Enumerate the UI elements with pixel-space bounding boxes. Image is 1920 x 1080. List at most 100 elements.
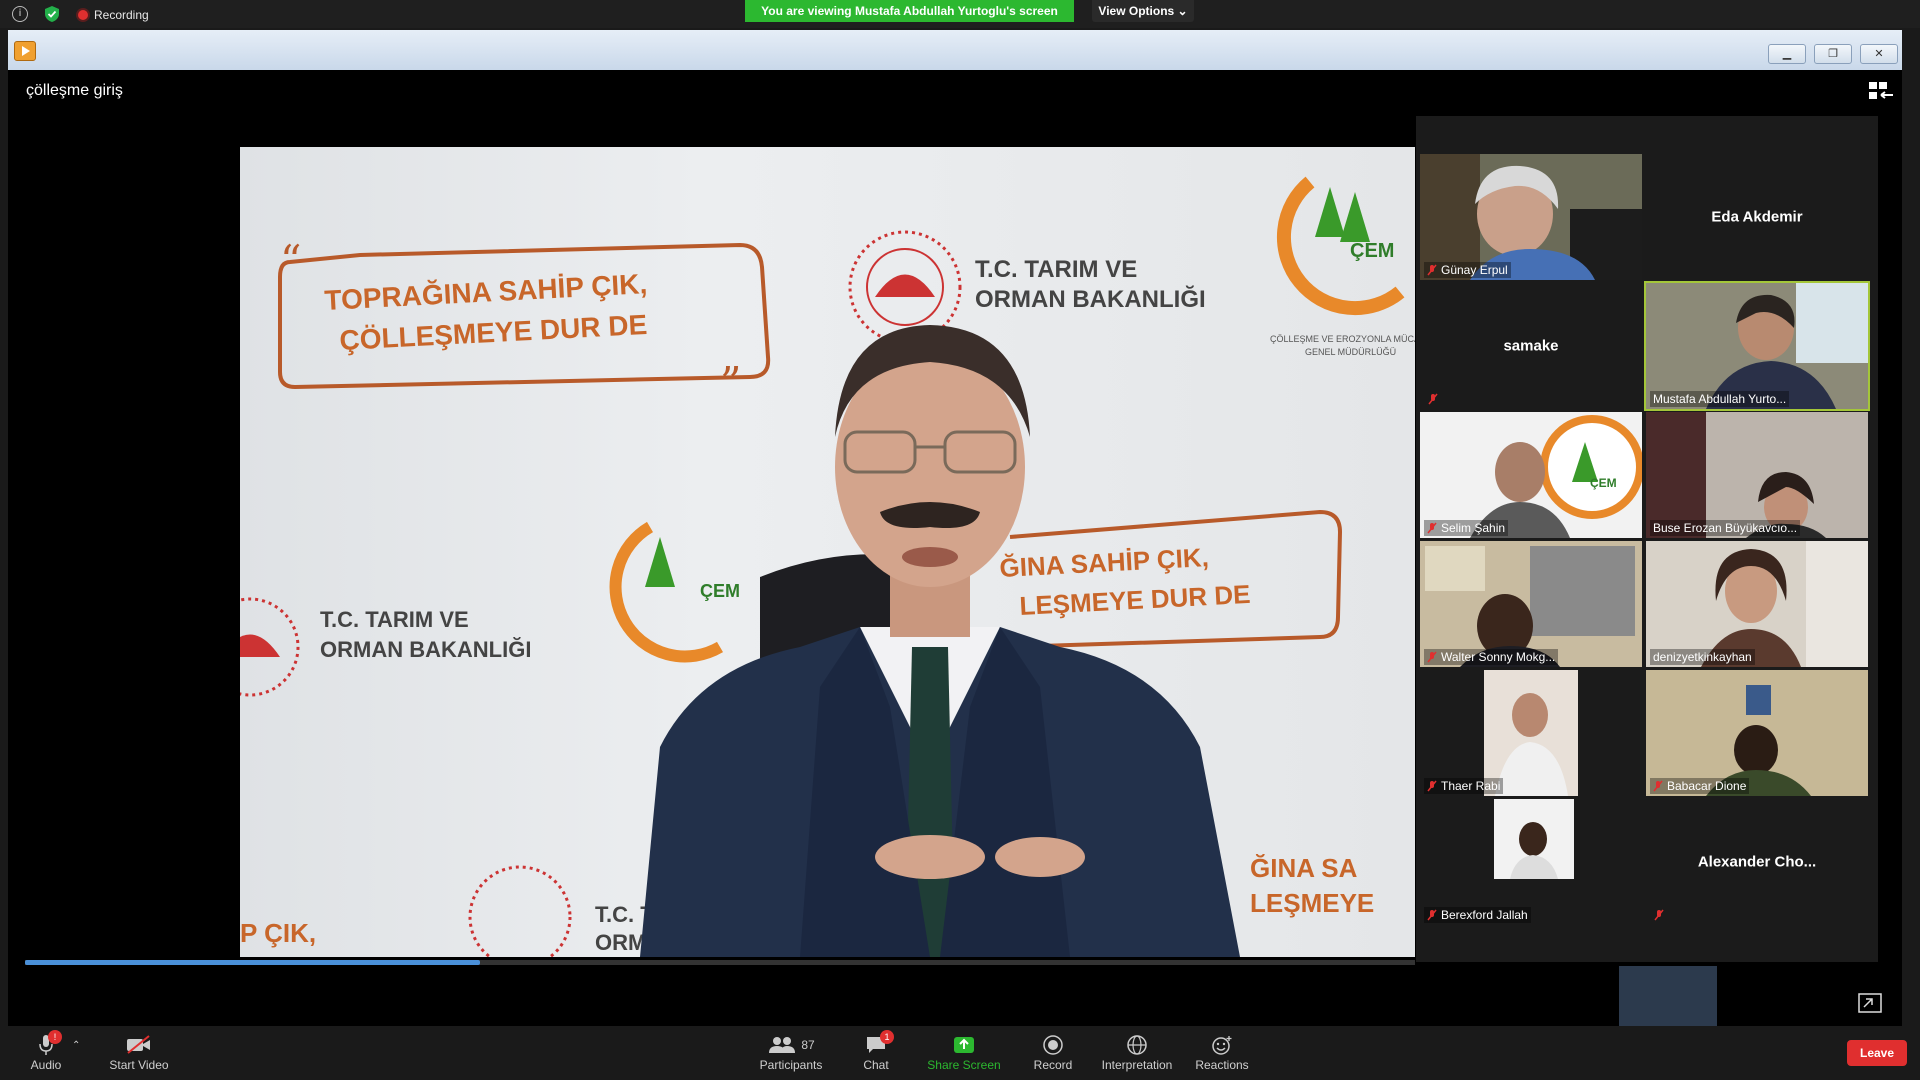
bottom-right-slogan2: LEŞMEYE: [1250, 888, 1374, 918]
chat-button[interactable]: 1 Chat: [856, 1030, 896, 1072]
participant-name: Alexander Cho...: [1697, 853, 1817, 871]
close-window-button[interactable]: ✕: [1860, 44, 1898, 64]
left-ministry-line2: ORMAN BAKANLIĞI: [320, 637, 531, 662]
participant-tile[interactable]: Buse Erozan Büyükavcıo...: [1646, 412, 1868, 538]
participant-tile[interactable]: samake: [1420, 283, 1642, 409]
record-button[interactable]: Record: [1030, 1032, 1076, 1072]
chat-label: Chat: [863, 1058, 889, 1072]
repeat-slogan-2: LEŞMEYE DUR DE: [1019, 579, 1251, 621]
slogan-line2: ÇÖLLEŞMEYE DUR DE: [339, 309, 648, 356]
participant-tile[interactable]: Günay Erpul: [1420, 154, 1642, 280]
participant-tile[interactable]: Walter Sonny Mokg...: [1420, 541, 1642, 667]
svg-text:ÇEM: ÇEM: [700, 581, 740, 601]
participant-tile[interactable]: denizyetkinkayhan: [1646, 541, 1868, 667]
record-icon: [1043, 1035, 1063, 1055]
record-label: Record: [1033, 1058, 1073, 1072]
cem-logo-top: ÇEM ÇÖLLEŞME VE EROZYONLA MÜCADELE GENEL…: [1270, 176, 1415, 357]
participant-name: Walter Sonny Mokg...: [1424, 649, 1559, 665]
participant-tile[interactable]: Babacar Dione: [1646, 670, 1868, 796]
viewing-screen-banner: You are viewing Mustafa Abdullah Yurtogl…: [745, 0, 1074, 22]
participants-button[interactable]: 87 Participants: [752, 1032, 830, 1072]
chat-unread-badge: 1: [880, 1030, 894, 1044]
minimize-button[interactable]: ▁: [1768, 44, 1806, 64]
participant-tile[interactable]: Eda Akdemir: [1646, 154, 1868, 280]
bottom-right-slogan1: ĞINA SA: [1250, 853, 1358, 883]
video-progress-fill: [25, 960, 480, 965]
recording-indicator[interactable]: Recording: [78, 8, 149, 22]
share-screen-icon: [954, 1037, 974, 1053]
participant-name: Mustafa Abdullah Yurto...: [1650, 391, 1790, 407]
speaker-video-frame: “ ” TOPRAĞINA SAHİP ÇIK, ÇÖLLEŞMEYE DUR …: [240, 176, 1415, 957]
close-icon: ✕: [1874, 48, 1884, 60]
participant-name: Thaer Rabi: [1424, 778, 1504, 794]
participant-name: Günay Erpul: [1424, 262, 1511, 278]
participants-icon: [769, 1037, 796, 1053]
cem-subtitle-1: ÇÖLLEŞME VE EROZYONLA MÜCADELE: [1270, 334, 1415, 344]
participant-name: Buse Erozan Büyükavcıo...: [1650, 520, 1801, 536]
muted-mic-icon: [1427, 522, 1437, 534]
ministry-name-line2: ORMAN BAKANLIĞI: [975, 285, 1206, 313]
participant-name: Eda Akdemir: [1711, 208, 1803, 226]
share-screen-label: Share Screen: [927, 1058, 1001, 1072]
interpretation-button[interactable]: Interpretation: [1098, 1032, 1176, 1072]
audio-button[interactable]: ! Audio: [22, 1030, 70, 1072]
participant-name: Berexford Jallah: [1424, 907, 1531, 923]
muted-mic-icon: [1427, 651, 1437, 663]
participant-tile-active-speaker[interactable]: Mustafa Abdullah Yurto...: [1644, 281, 1870, 411]
participant-tile[interactable]: ÇEM Selim Şahin: [1420, 412, 1642, 538]
muted-mic-icon: [1654, 908, 1664, 921]
muted-mic-icon: [1427, 780, 1437, 792]
meeting-status-bar: i Recording You are viewing Mustafa Abdu…: [0, 0, 1920, 28]
restore-button[interactable]: ❐: [1814, 44, 1852, 64]
start-video-label: Start Video: [109, 1058, 169, 1072]
audio-warning-badge: !: [48, 1030, 62, 1044]
shared-window-titlebar: ▁ ❐ ✕: [8, 30, 1902, 70]
globe-icon: [1127, 1035, 1147, 1055]
recording-label: Recording: [94, 8, 149, 22]
participant-name: Selim Şahin: [1424, 520, 1509, 536]
participants-count: 87: [801, 1038, 815, 1052]
media-player-icon: [14, 41, 36, 61]
ministry-seal-top: T.C. TARIM VE ORMAN BAKANLIĞI: [848, 230, 1206, 344]
smiley-icon: [1212, 1036, 1232, 1055]
exit-fullscreen-icon[interactable]: [1858, 993, 1882, 1013]
minimized-video-thumbnail[interactable]: [1619, 966, 1717, 1026]
participant-tile[interactable]: Berexford Jallah: [1420, 799, 1642, 925]
leave-button[interactable]: Leave: [1847, 1040, 1907, 1066]
muted-mic-icon: [1427, 909, 1437, 921]
bottom-left-slogan: P ÇIK,: [240, 918, 316, 948]
muted-mic-icon: [1427, 264, 1437, 276]
recording-dot-icon: [78, 10, 88, 20]
bottom-ministry-fragment2: ORM: [595, 930, 646, 955]
gallery-layout-icon[interactable]: [1868, 80, 1894, 102]
meeting-toolbar: ! Audio Start Video 87 Participants 1 Ch…: [0, 1028, 1920, 1080]
participants-label: Participants: [759, 1058, 823, 1072]
info-icon[interactable]: i: [12, 6, 28, 22]
encryption-shield-icon[interactable]: [44, 5, 60, 23]
slogan-banner: “ ” TOPRAĞINA SAHİP ÇIK, ÇÖLLEŞMEYE DUR …: [278, 236, 771, 407]
open-quote: “: [280, 236, 301, 285]
audio-label: Audio: [30, 1058, 62, 1072]
muted-mic-icon: [1428, 392, 1438, 405]
slogan-banner-repeat: ĞINA SAHİP ÇIK, LEŞMEYE DUR DE: [999, 509, 1343, 649]
audio-options-chevron-icon[interactable]: ⌃: [72, 1040, 80, 1051]
close-quote: ”: [720, 358, 741, 407]
reactions-button[interactable]: Reactions: [1192, 1032, 1252, 1072]
share-screen-button[interactable]: Share Screen: [926, 1032, 1002, 1072]
view-options-button[interactable]: View Options ⌄: [1092, 0, 1194, 22]
participant-gallery: Günay Erpul Eda Akdemir samake Mustafa A…: [1416, 116, 1878, 962]
cem-subtitle-2: GENEL MÜDÜRLÜĞÜ: [1305, 347, 1396, 357]
participant-tile[interactable]: Thaer Rabi: [1420, 670, 1642, 796]
video-off-icon: [127, 1035, 150, 1054]
slogan-line1: TOPRAĞINA SAHİP ÇIK,: [324, 268, 648, 316]
participant-tile[interactable]: Alexander Cho...: [1646, 799, 1868, 925]
svg-text:ÇEM: ÇEM: [1590, 476, 1617, 490]
cem-logo-center: ÇEM: [609, 521, 740, 663]
left-ministry-line1: T.C. TARIM VE: [320, 607, 469, 632]
participant-name: denizyetkinkayhan: [1650, 649, 1755, 665]
main-speaker-video: “ ” TOPRAĞINA SAHİP ÇIK, ÇÖLLEŞMEYE DUR …: [240, 147, 1415, 957]
ministry-name-line1: T.C. TARIM VE: [975, 256, 1137, 283]
presentation-title: çölleşme giriş: [26, 82, 123, 99]
start-video-button[interactable]: Start Video: [100, 1032, 178, 1072]
restore-icon: ❐: [1828, 48, 1838, 60]
